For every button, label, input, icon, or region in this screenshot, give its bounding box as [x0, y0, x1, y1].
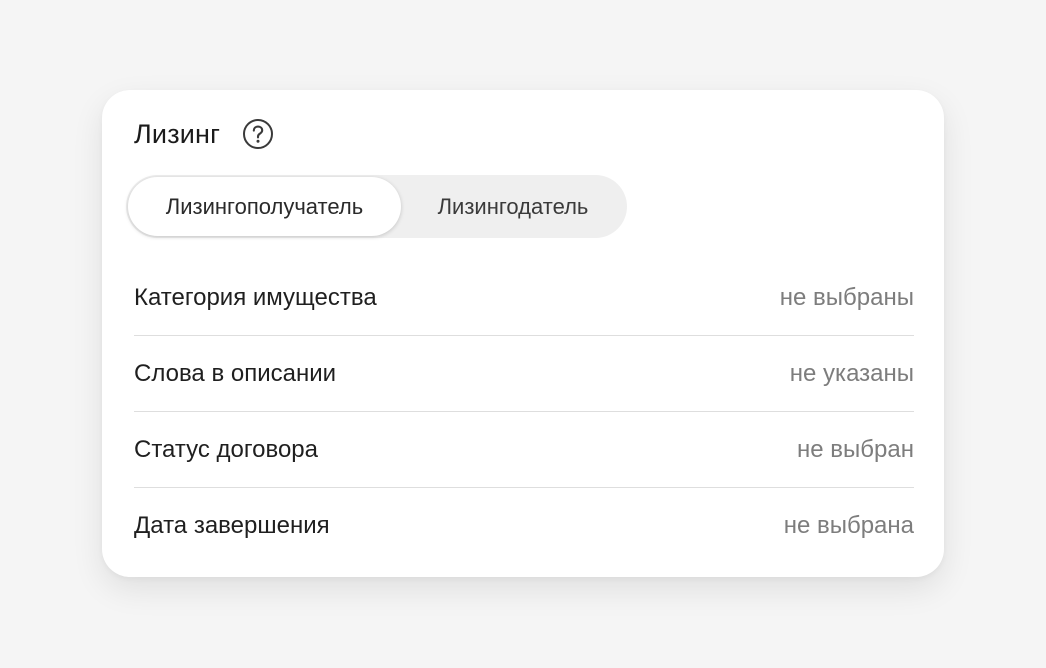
filter-row-value: не выбран	[797, 435, 914, 463]
filter-row-end-date[interactable]: Дата завершения не выбрана	[134, 488, 914, 564]
tab-lessor[interactable]: Лизингодатель	[401, 177, 625, 236]
filter-list: Категория имущества не выбраны Слова в о…	[134, 260, 914, 564]
filter-row-value: не выбрана	[783, 512, 914, 539]
filter-row-property-category[interactable]: Категория имущества не выбраны	[134, 260, 914, 336]
card-header: Лизинг	[134, 114, 274, 154]
role-segmented-control: Лизингополучатель Лизингодатель	[126, 175, 627, 238]
tab-lessee[interactable]: Лизингополучатель	[128, 177, 401, 236]
filter-row-value: не указаны	[789, 359, 914, 387]
question-circle-icon-graphic	[243, 119, 274, 149]
filter-row-label: Категория имущества	[134, 283, 377, 311]
question-circle-icon[interactable]	[242, 118, 274, 150]
filter-row-value: не выбраны	[779, 283, 914, 311]
card-title: Лизинг	[134, 118, 221, 149]
filter-row-description-words[interactable]: Слова в описании не указаны	[134, 336, 914, 412]
filter-row-label: Статус договора	[134, 435, 318, 463]
leasing-filter-card: Лизинг Лизингополучатель Лизингодатель К…	[102, 90, 944, 577]
filter-row-label: Слова в описании	[134, 359, 337, 387]
filter-row-label: Дата завершения	[134, 512, 330, 539]
filter-row-contract-status[interactable]: Статус договора не выбран	[134, 412, 914, 488]
